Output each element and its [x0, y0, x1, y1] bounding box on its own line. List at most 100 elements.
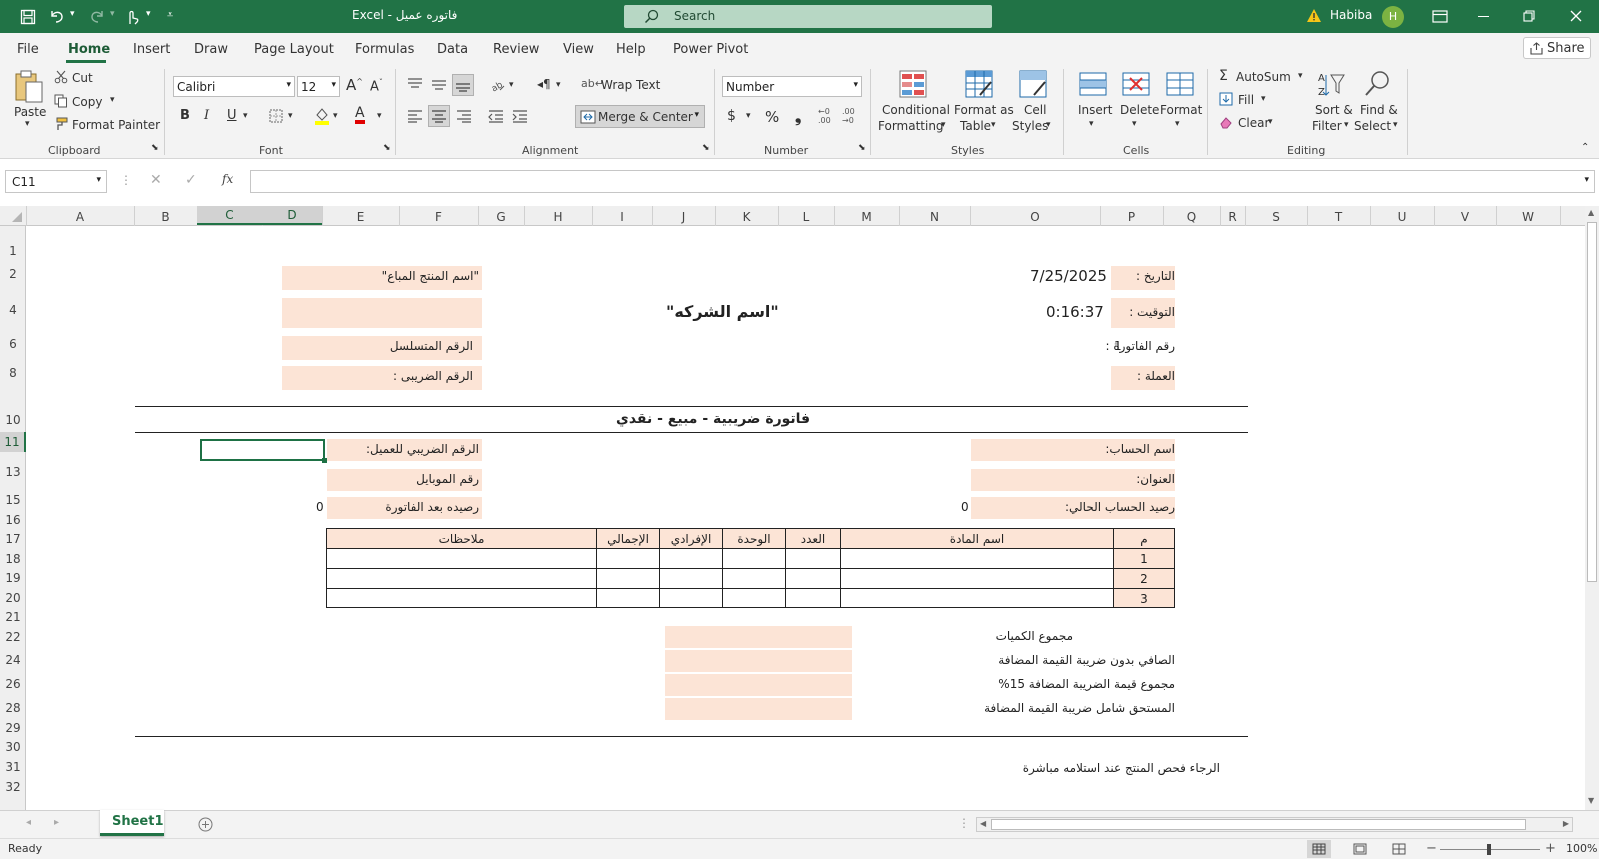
column-header-b[interactable]: B: [134, 210, 197, 224]
column-header-h[interactable]: H: [524, 210, 592, 224]
insert-cells-label[interactable]: Insert: [1078, 103, 1112, 117]
format-as-table-label-1[interactable]: Format as: [954, 103, 1014, 117]
tab-insert[interactable]: Insert: [133, 42, 170, 57]
increase-indent-icon[interactable]: [512, 109, 528, 123]
select-all-icon[interactable]: [12, 212, 22, 222]
fill-dropdown-icon[interactable]: ▾: [1261, 94, 1266, 104]
share-button[interactable]: Share: [1523, 37, 1591, 59]
tab-data[interactable]: Data: [437, 42, 468, 57]
vertical-scrollbar[interactable]: ▲ ▼: [1585, 206, 1599, 810]
zoom-slider[interactable]: [1440, 844, 1540, 855]
currency-icon[interactable]: $: [727, 108, 736, 124]
column-header-o[interactable]: O: [970, 210, 1100, 224]
name-box[interactable]: C11 ▾: [5, 170, 107, 193]
column-header-v[interactable]: V: [1434, 210, 1496, 224]
tab-file[interactable]: File: [17, 42, 39, 57]
tab-home[interactable]: Home: [68, 42, 110, 57]
touch-dropdown-icon[interactable]: ▾: [146, 9, 151, 19]
bold-icon[interactable]: B: [180, 108, 190, 123]
row-header-29[interactable]: 29: [0, 721, 26, 735]
fill-color-icon[interactable]: [314, 107, 330, 125]
align-left-icon[interactable]: [407, 109, 423, 123]
clipboard-launcher-icon[interactable]: ⬊: [151, 143, 159, 153]
number-launcher-icon[interactable]: ⬊: [858, 143, 866, 153]
sort-filter-icon[interactable]: AZ: [1316, 69, 1346, 99]
font-size-select[interactable]: 12 ▾: [297, 76, 340, 97]
column-header-l[interactable]: L: [778, 210, 834, 224]
row-header-30[interactable]: 30: [0, 740, 26, 754]
next-sheet-icon[interactable]: ▸: [54, 817, 59, 828]
row-header-2[interactable]: 2: [0, 267, 26, 281]
chevron-down-icon[interactable]: ▾: [941, 120, 946, 130]
row-header-1[interactable]: 1: [0, 244, 26, 258]
tab-formulas[interactable]: Formulas: [355, 42, 414, 57]
autosum-dropdown-icon[interactable]: ▾: [1298, 71, 1303, 81]
align-middle-icon[interactable]: [431, 77, 447, 91]
zoom-out-icon[interactable]: −: [1426, 841, 1437, 856]
row-header-32[interactable]: 32: [0, 780, 26, 794]
row-header-26[interactable]: 26: [0, 677, 26, 691]
conditional-formatting-icon[interactable]: [898, 69, 928, 99]
scroll-thumb[interactable]: [1587, 222, 1597, 582]
confirm-entry-icon[interactable]: ✓: [185, 172, 197, 188]
row-header-19[interactable]: 19: [0, 571, 26, 585]
decrease-decimal-icon[interactable]: .00 →0: [842, 107, 855, 125]
find-select-icon[interactable]: [1363, 69, 1393, 99]
minimize-icon[interactable]: [1478, 16, 1489, 17]
scroll-right-icon[interactable]: ▶: [1563, 819, 1569, 828]
font-color-dropdown-icon[interactable]: ▾: [377, 111, 382, 121]
format-as-table-icon[interactable]: [964, 69, 994, 99]
delete-cells-icon[interactable]: [1121, 69, 1151, 99]
column-header-s[interactable]: S: [1245, 210, 1307, 224]
undo-icon[interactable]: [48, 8, 66, 24]
paste-icon[interactable]: [13, 69, 45, 105]
customize-qat-icon[interactable]: ⩡: [167, 8, 173, 22]
format-painter-icon[interactable]: [54, 117, 68, 131]
cell-styles-label-1[interactable]: Cell: [1024, 103, 1046, 117]
ribbon-display-icon[interactable]: [1432, 10, 1448, 23]
worksheet-grid[interactable]: "اسم المنتج المباع" الرقم المتسلسل الرقم…: [26, 226, 1585, 810]
autosum-icon[interactable]: Σ: [1219, 68, 1228, 84]
fill-icon[interactable]: [1219, 92, 1233, 106]
sort-filter-label-1[interactable]: Sort &: [1315, 103, 1353, 117]
tab-review[interactable]: Review: [493, 42, 539, 57]
tab-power-pivot[interactable]: Power Pivot: [673, 42, 748, 57]
row-header-21[interactable]: 21: [0, 610, 26, 624]
tab-page-layout[interactable]: Page Layout: [254, 42, 334, 57]
find-select-label-2[interactable]: Select: [1354, 119, 1391, 133]
cell-styles-icon[interactable]: [1018, 69, 1048, 99]
tab-view[interactable]: View: [563, 42, 594, 57]
row-header-24[interactable]: 24: [0, 653, 26, 667]
column-header-n[interactable]: N: [899, 210, 970, 224]
alignment-launcher-icon[interactable]: ⬊: [702, 143, 710, 153]
column-header-m[interactable]: M: [834, 210, 899, 224]
user-avatar[interactable]: H: [1382, 6, 1404, 28]
tab-draw[interactable]: Draw: [194, 42, 228, 57]
user-name[interactable]: Habiba: [1330, 8, 1372, 22]
column-header-r[interactable]: R: [1220, 210, 1245, 224]
row-header-4[interactable]: 4: [0, 303, 26, 317]
conditional-formatting-label-1[interactable]: Conditional: [882, 103, 950, 117]
more-options-icon[interactable]: ⋮: [120, 173, 132, 187]
insert-function-icon[interactable]: fx: [222, 172, 233, 186]
paste-label[interactable]: Paste: [14, 105, 46, 119]
close-icon[interactable]: [1570, 10, 1582, 22]
underline-icon[interactable]: U: [227, 108, 237, 123]
page-layout-view-icon[interactable]: [1353, 843, 1367, 855]
row-header-28[interactable]: 28: [0, 701, 26, 715]
net-before-vat-cell[interactable]: [665, 650, 852, 672]
currency-dropdown-icon[interactable]: ▾: [746, 111, 751, 121]
font-color-icon[interactable]: A: [355, 106, 365, 124]
column-header-q[interactable]: Q: [1163, 210, 1220, 224]
borders-icon[interactable]: [269, 109, 283, 123]
row-header-8[interactable]: 8: [0, 366, 26, 380]
prev-sheet-icon[interactable]: ◂: [26, 817, 31, 828]
italic-icon[interactable]: I: [204, 108, 209, 123]
add-sheet-icon[interactable]: [198, 817, 213, 832]
column-divider[interactable]: [1560, 206, 1561, 226]
undo-dropdown-icon[interactable]: ▾: [70, 9, 75, 19]
tab-scroll-divider-icon[interactable]: ⋮: [958, 816, 970, 830]
paste-dropdown-icon[interactable]: ▾: [25, 119, 30, 129]
decrease-font-icon[interactable]: Aˇ: [370, 78, 383, 94]
borders-dropdown-icon[interactable]: ▾: [288, 111, 293, 121]
